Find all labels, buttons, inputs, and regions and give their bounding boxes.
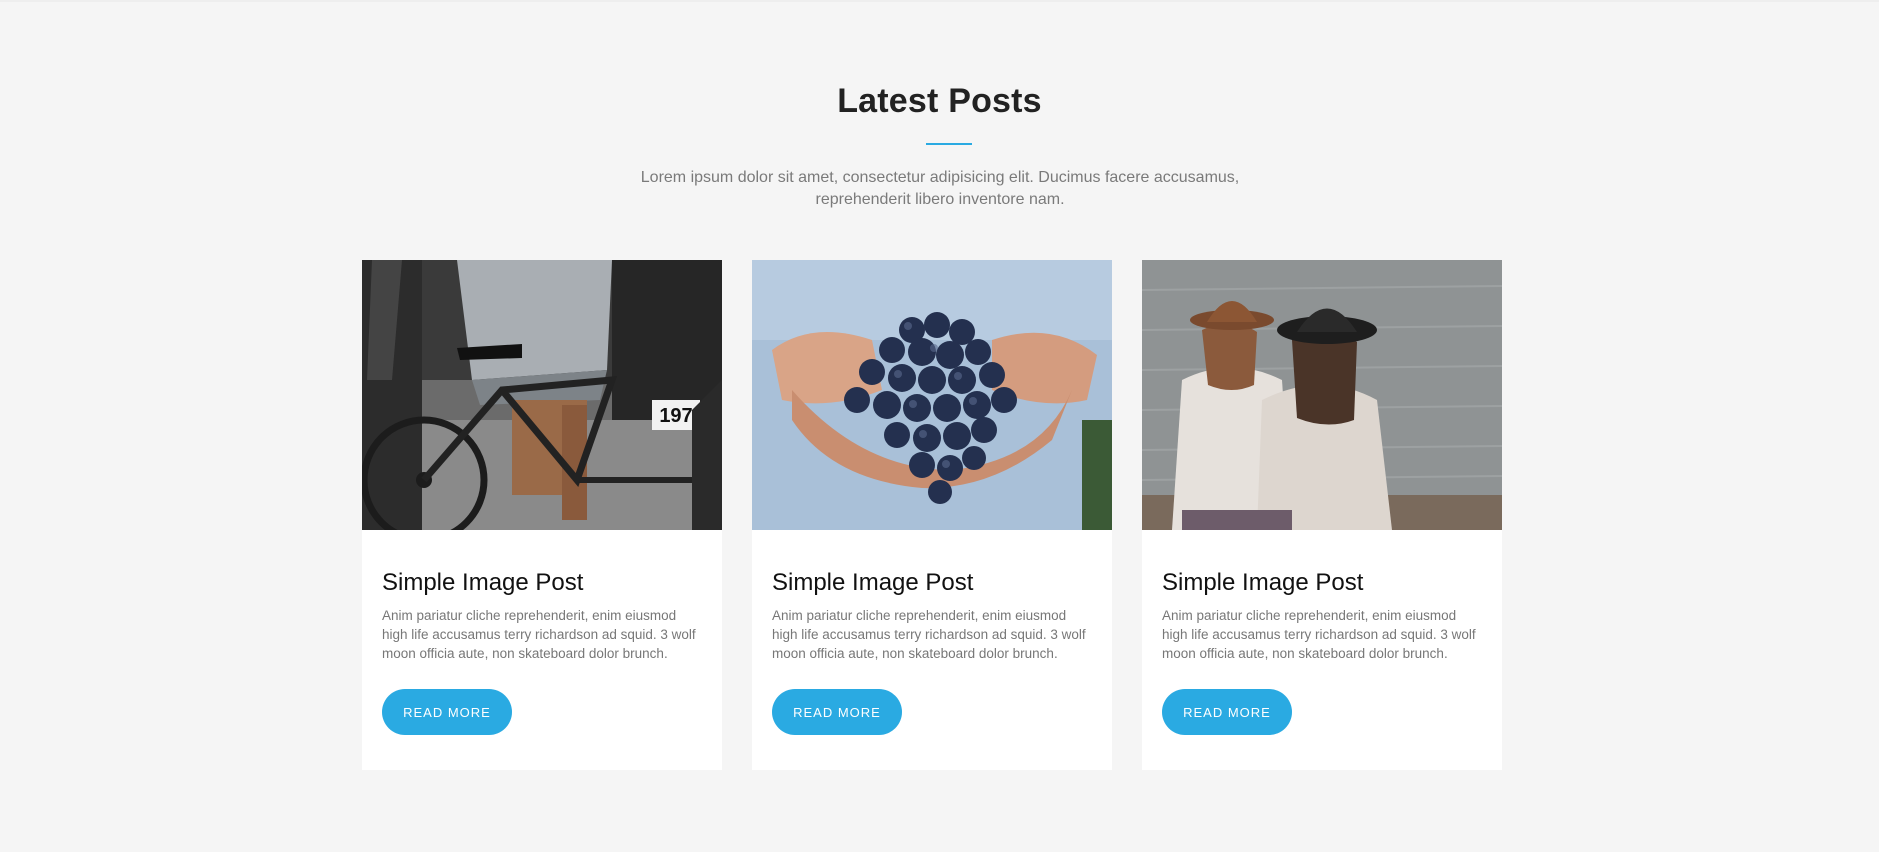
post-title[interactable]: Simple Image Post (382, 569, 583, 597)
post-image-grapes[interactable] (752, 260, 1112, 530)
section-title: Latest Posts (837, 82, 1042, 120)
read-more-button[interactable]: READ MORE (772, 689, 902, 735)
subtitle-line-2: reprehenderit libero inventore nam. (815, 191, 1065, 208)
women-by-water-photo (1142, 260, 1502, 530)
race-number-badge: 197 (659, 405, 692, 427)
latest-posts-section: Latest Posts Lorem ipsum dolor sit amet,… (0, 0, 1879, 852)
post-card: Simple Image Post Anim pariatur cliche r… (1142, 260, 1502, 770)
read-more-button[interactable]: READ MORE (382, 689, 512, 735)
post-card: 197 Simple Image Post Anim pariatur clic… (362, 260, 722, 770)
section-subtitle: Lorem ipsum dolor sit amet, consectetur … (620, 167, 1260, 211)
title-underline (926, 143, 972, 145)
post-title[interactable]: Simple Image Post (1162, 569, 1363, 597)
read-more-button[interactable]: READ MORE (1162, 689, 1292, 735)
post-title[interactable]: Simple Image Post (772, 569, 973, 597)
post-image-bicycle[interactable]: 197 (362, 260, 722, 530)
post-excerpt: Anim pariatur cliche reprehenderit, enim… (772, 608, 1086, 661)
post-excerpt: Anim pariatur cliche reprehenderit, enim… (1162, 608, 1476, 661)
post-excerpt: Anim pariatur cliche reprehenderit, enim… (382, 608, 696, 661)
bicycle-photo: 197 (362, 260, 722, 530)
post-image-women-by-water[interactable] (1142, 260, 1502, 530)
subtitle-line-1: Lorem ipsum dolor sit amet, consectetur … (640, 169, 1240, 186)
post-card: Simple Image Post Anim pariatur cliche r… (752, 260, 1112, 770)
grapes-photo (752, 260, 1112, 530)
